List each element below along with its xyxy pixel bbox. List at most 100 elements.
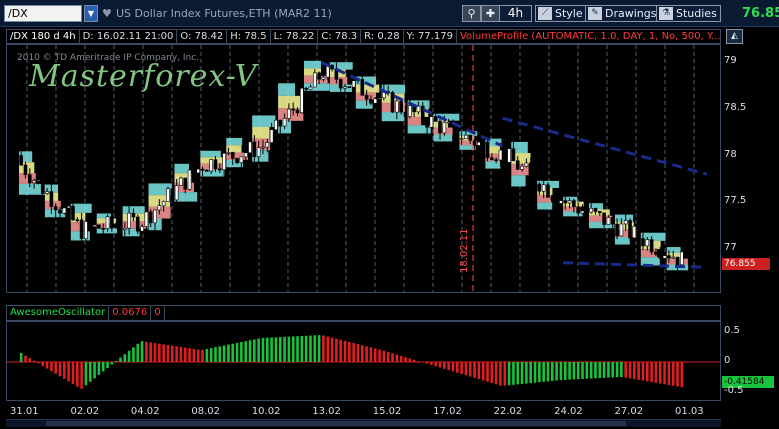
candle-body <box>641 238 645 247</box>
info-symbol-period[interactable]: /DX 180 d 4h <box>7 30 80 43</box>
candle-body <box>226 152 231 154</box>
volume-profile-block <box>304 83 330 91</box>
candle-body <box>515 160 520 170</box>
candle-body <box>498 149 503 161</box>
candle-body <box>468 134 473 141</box>
studies-label: Studies <box>676 7 717 20</box>
studies-icon: ⚗ <box>659 7 673 20</box>
candle-body <box>338 79 343 89</box>
info-study[interactable]: VolumeProfile (AUTOMATIC, 1.0, DAY, 1, N… <box>457 30 720 43</box>
candle-body <box>235 158 239 164</box>
volume-profile-block <box>278 95 303 109</box>
candle-body <box>645 239 650 247</box>
symbol-dropdown-icon[interactable]: ▼ <box>84 5 98 22</box>
symbol-description-text: US Dollar Index Futures,ETH (MAR2 11) <box>116 7 332 20</box>
candle-body <box>88 221 93 227</box>
volume-profile-block <box>278 83 296 96</box>
info-range: R: 0.28 <box>361 30 404 43</box>
style-icon: ⟋ <box>538 7 552 20</box>
candle-body <box>520 165 524 170</box>
chart-settings-icon[interactable]: ◭ <box>726 29 743 44</box>
price-axis[interactable]: 76.855 79 78.5 78 77.5 77 <box>722 44 779 293</box>
candle-body <box>533 171 537 185</box>
candle-body <box>563 200 568 204</box>
heart-icon[interactable]: ♥ <box>102 7 112 20</box>
candle-body <box>278 119 283 127</box>
oscillator-name[interactable]: AwesomeOscillator <box>7 306 110 320</box>
candle-body <box>135 216 140 232</box>
volume-profile-block <box>511 175 526 187</box>
date-marker: 18.02.11 <box>459 228 470 273</box>
scrollbar-thumb[interactable] <box>46 421 626 426</box>
candle-body <box>300 87 304 114</box>
magnet-icon[interactable]: ⚲ <box>462 5 481 22</box>
volume-profile-block <box>537 202 553 210</box>
oscillator-header: AwesomeOscillator 0.0676 0 <box>6 305 721 321</box>
candle-body <box>62 207 67 214</box>
candle-body <box>295 109 300 114</box>
oscillator-chart[interactable] <box>6 321 721 401</box>
date-tick-label: 27.02 <box>614 406 644 417</box>
price-tick-label: 77.5 <box>724 195 747 207</box>
current-price-tag: 76.855 <box>722 258 770 270</box>
candle-body <box>490 157 494 161</box>
candle-body <box>343 86 347 89</box>
candle-body <box>217 168 222 171</box>
candle-body <box>585 210 589 213</box>
candle-body <box>377 97 382 100</box>
candle-body <box>213 159 218 170</box>
trend-line <box>320 60 504 148</box>
candle-body <box>589 208 593 213</box>
pencil-icon: ✎ <box>588 7 602 20</box>
candle-body <box>636 225 641 239</box>
candle-body <box>45 191 49 194</box>
drawings-button[interactable]: ✎ Drawings <box>585 5 661 22</box>
candle-body <box>36 179 41 182</box>
candle-body <box>122 227 127 230</box>
candle-body <box>291 108 296 111</box>
studies-button[interactable]: ⚗ Studies <box>656 5 721 22</box>
oscillator-tick-label: 0 <box>724 355 731 366</box>
candle-body <box>671 256 676 259</box>
candle-body <box>360 79 365 96</box>
candle-body <box>403 111 408 117</box>
candle-body <box>351 80 356 88</box>
candle-body <box>541 184 546 192</box>
candle-body <box>649 239 654 253</box>
candle-body <box>49 191 54 207</box>
info-open: O: 78.42 <box>177 30 228 43</box>
candle-body <box>174 185 179 201</box>
candle-body <box>330 64 334 70</box>
price-tick-label: 77 <box>724 241 737 253</box>
candle-body <box>494 159 498 162</box>
price-chart[interactable]: 2010 © TD Ameritrade IP Company, Inc. Ma… <box>6 44 721 293</box>
volume-profile-block <box>433 134 453 142</box>
candle-body <box>602 212 606 225</box>
info-low: L: 78.22 <box>271 30 319 43</box>
date-tick-label: 04.02 <box>130 406 160 417</box>
candle-body <box>580 210 585 214</box>
horizontal-scrollbar[interactable] <box>6 419 721 427</box>
candle-body <box>144 211 149 227</box>
style-button[interactable]: ⟋ Style <box>535 5 587 22</box>
symbol-description: ♥ US Dollar Index Futures,ETH (MAR2 11) <box>102 7 332 20</box>
volume-profile-block <box>200 150 221 158</box>
info-close: C: 78.3 <box>318 30 362 43</box>
candle-body <box>53 206 58 211</box>
candle-body <box>373 98 378 104</box>
aggregation-button[interactable]: 4h <box>499 5 532 22</box>
crosshair-icon[interactable]: ✚ <box>481 5 500 22</box>
candle-body <box>554 199 559 204</box>
candle-body <box>170 188 175 201</box>
date-tick-label: 13.02 <box>312 406 341 417</box>
candle-body <box>114 225 118 227</box>
candle-body <box>308 86 313 90</box>
symbol-input[interactable]: /DX <box>4 5 82 22</box>
candle-body <box>287 108 291 119</box>
candle-body <box>662 255 667 259</box>
style-label: Style <box>555 7 583 20</box>
candle-body <box>502 149 507 163</box>
candle-body <box>157 205 162 211</box>
candle-body <box>511 148 516 162</box>
candle-body <box>222 152 226 170</box>
